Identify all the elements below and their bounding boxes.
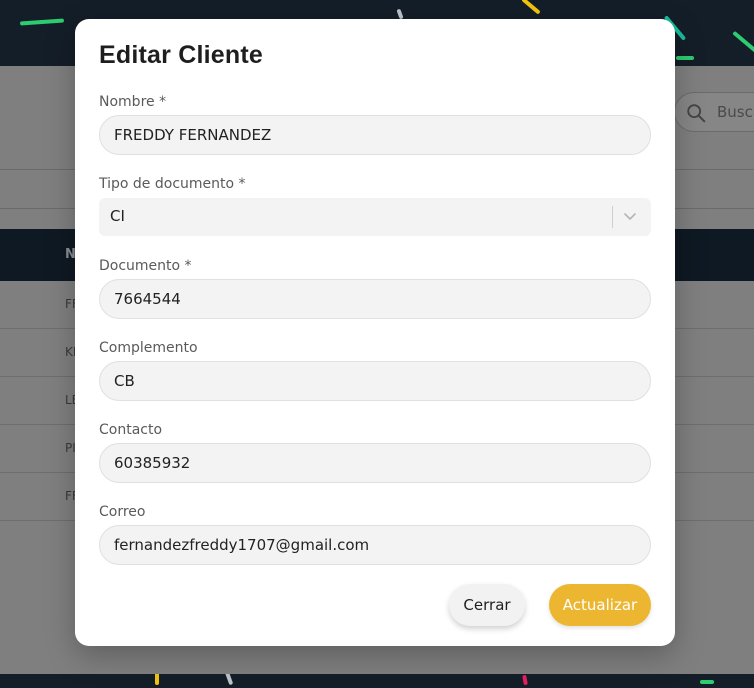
tipo-documento-selected-value: CI xyxy=(110,207,125,225)
background-search-box[interactable]: Busca xyxy=(674,92,754,132)
confetti-decoration xyxy=(155,674,159,685)
confetti-decoration xyxy=(224,674,234,686)
nombre-input[interactable] xyxy=(99,115,651,155)
complemento-label: Complemento xyxy=(99,340,198,356)
contacto-input[interactable] xyxy=(99,443,651,483)
documento-input[interactable] xyxy=(99,279,651,319)
contacto-label: Contacto xyxy=(99,422,163,438)
background-search-placeholder: Busca xyxy=(717,103,754,121)
select-separator xyxy=(612,206,613,228)
nombre-label: Nombre * xyxy=(99,94,167,110)
confetti-decoration xyxy=(522,674,528,686)
confetti-decoration xyxy=(700,680,714,684)
confetti-decoration xyxy=(396,8,404,20)
confetti-decoration xyxy=(19,18,65,26)
chevron-down-icon[interactable] xyxy=(622,210,638,224)
tipo-documento-label: Tipo de documento * xyxy=(99,176,246,192)
correo-input[interactable] xyxy=(99,525,651,565)
confetti-decoration xyxy=(732,30,754,54)
tipo-documento-select[interactable]: CI xyxy=(99,198,651,236)
complemento-input[interactable] xyxy=(99,361,651,401)
update-button[interactable]: Actualizar xyxy=(549,584,651,626)
confetti-decoration xyxy=(676,56,694,60)
confetti-decoration xyxy=(521,0,541,15)
correo-label: Correo xyxy=(99,504,146,520)
search-icon xyxy=(687,104,706,123)
background-footer xyxy=(0,674,754,688)
modal-title: Editar Cliente xyxy=(99,41,263,69)
documento-label: Documento * xyxy=(99,258,192,274)
edit-client-modal: Editar Cliente Nombre * Tipo de document… xyxy=(75,19,675,646)
close-button[interactable]: Cerrar xyxy=(449,584,525,626)
